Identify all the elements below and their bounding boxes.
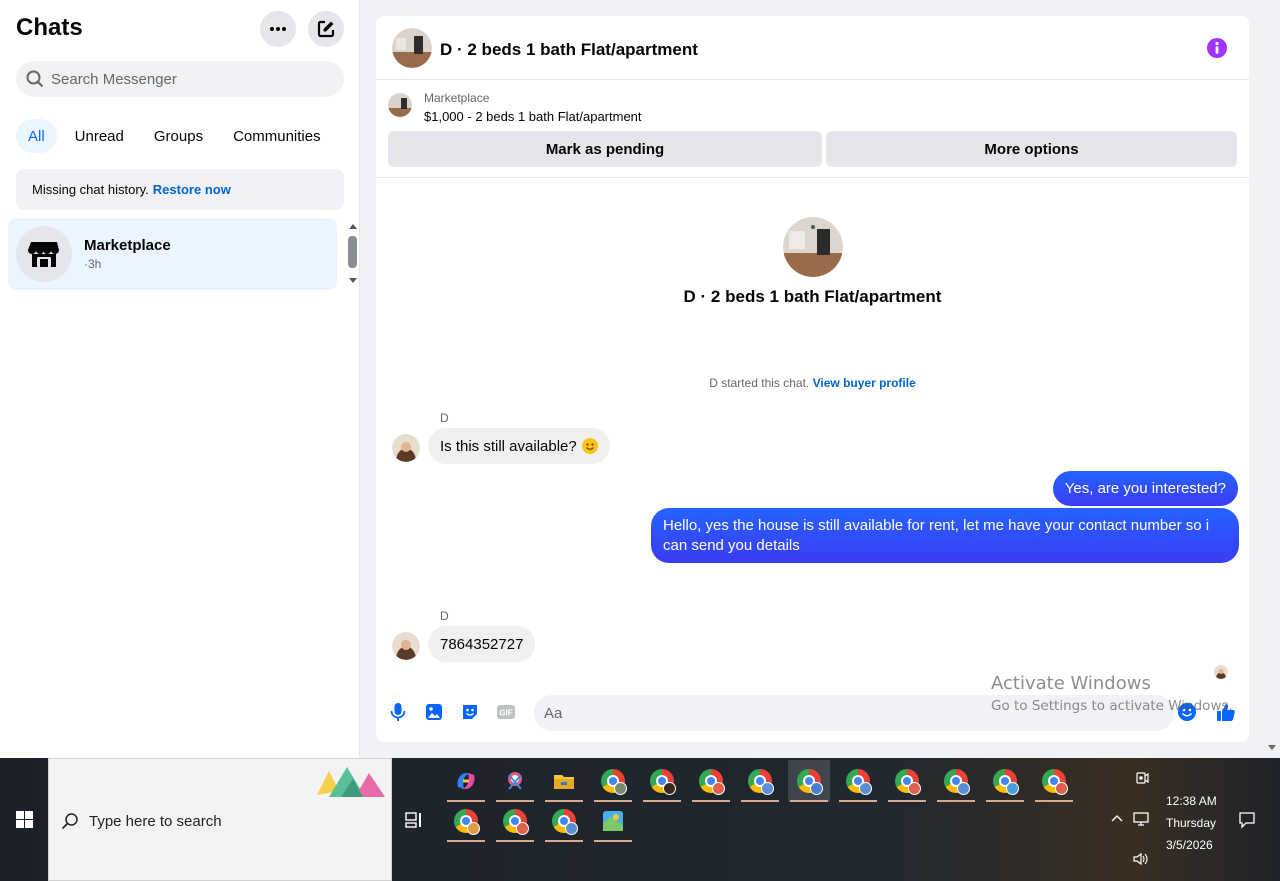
search-highlight-mountains-icon xyxy=(317,767,385,797)
ellipsis-icon xyxy=(270,27,286,31)
listing-source: Marketplace xyxy=(424,91,490,105)
chrome-profile-app-icon[interactable] xyxy=(641,760,683,802)
search-icon xyxy=(61,813,78,830)
network-icon[interactable] xyxy=(1133,811,1151,827)
notifications-icon[interactable] xyxy=(1238,811,1256,829)
taskbar-search-box[interactable]: Type here to search xyxy=(48,758,392,881)
page-scroll-down-arrow[interactable] xyxy=(1268,745,1276,750)
chrome-profile-app-icon[interactable] xyxy=(445,800,487,842)
chat-name: Marketplace xyxy=(84,237,171,254)
tab-unread[interactable]: Unread xyxy=(63,119,136,153)
windows-logo-icon xyxy=(15,811,33,828)
chrome-profile-app-icon[interactable] xyxy=(690,760,732,802)
chat-timestamp: ·3h xyxy=(84,257,102,271)
conversation-title[interactable]: D · 2 beds 1 bath Flat/apartment xyxy=(440,40,698,60)
taskbar-clock[interactable]: 12:38 AM Thursday 3/5/2026 xyxy=(1166,790,1217,856)
buyer-avatar[interactable] xyxy=(392,632,420,660)
windows-taskbar: Type here to search 12:38 AM Thursday 3/… xyxy=(0,758,1280,881)
restore-now-link[interactable]: Restore now xyxy=(153,182,231,197)
chat-filter-tabs: All Unread Groups Communities xyxy=(16,119,333,153)
mark-as-pending-button[interactable]: Mark as pending xyxy=(388,131,822,167)
photo-icon[interactable] xyxy=(424,702,444,722)
taskbar-search-placeholder: Type here to search xyxy=(89,813,222,830)
intro-title: D · 2 beds 1 bath Flat/apartment xyxy=(683,287,942,306)
start-button[interactable] xyxy=(0,758,48,881)
view-buyer-profile-link[interactable]: View buyer profile xyxy=(813,376,916,390)
sticker-icon[interactable] xyxy=(460,702,480,722)
incoming-message[interactable]: Is this still available? xyxy=(428,428,610,464)
conversation-header: D · 2 beds 1 bath Flat/apartment xyxy=(376,16,1249,80)
chrome-profile-app-icon[interactable] xyxy=(886,760,928,802)
chat-started-notice: D started this chat. View buyer profile xyxy=(376,376,1249,390)
clock-date: 3/5/2026 xyxy=(1166,838,1213,852)
svg-text:GIF: GIF xyxy=(499,709,512,718)
chrome-profile-app-icon[interactable] xyxy=(935,760,977,802)
chrome-profile-app-icon[interactable] xyxy=(837,760,879,802)
chrome-profile-app-icon[interactable] xyxy=(984,760,1026,802)
smile-emoji-icon xyxy=(581,438,598,454)
buyer-avatar[interactable] xyxy=(392,434,420,462)
listing-title[interactable]: $1,000 - 2 beds 1 bath Flat/apartment xyxy=(424,109,642,124)
conversation-panel: D · 2 beds 1 bath Flat/apartment Marketp… xyxy=(376,16,1249,742)
sidebar-title: Chats xyxy=(16,14,83,41)
scroll-down-arrow[interactable] xyxy=(349,278,357,283)
chrome-profile-app-icon[interactable] xyxy=(494,800,536,842)
tab-communities[interactable]: Communities xyxy=(221,119,333,153)
file-explorer-app-icon[interactable] xyxy=(543,760,585,802)
clock-day: Thursday xyxy=(1166,816,1217,830)
incoming-message[interactable]: 7864352727 xyxy=(428,626,536,662)
meet-now-icon[interactable] xyxy=(1134,770,1150,786)
search-placeholder: Search Messenger xyxy=(51,70,177,88)
search-messenger-input[interactable]: Search Messenger xyxy=(16,61,344,97)
watermark-line-2: Go to Settings to activate Windows. xyxy=(991,698,1233,714)
chrome-profile-app-icon[interactable] xyxy=(543,800,585,842)
clock-time: 12:38 AM xyxy=(1166,794,1217,808)
more-options-button[interactable] xyxy=(260,11,296,47)
activate-windows-watermark: Activate Windows Go to Settings to activ… xyxy=(991,673,1233,714)
chats-sidebar: Chats Search Messenger All Unread Groups… xyxy=(0,0,360,758)
listing-avatar[interactable] xyxy=(392,28,432,68)
copilot-app-icon[interactable] xyxy=(445,760,487,802)
chat-list-item-marketplace[interactable]: Marketplace ·3h xyxy=(8,218,337,290)
volume-icon[interactable] xyxy=(1132,851,1150,867)
snipping-tool-app-icon[interactable] xyxy=(494,760,536,802)
task-view-icon[interactable] xyxy=(404,810,424,830)
sender-name: D xyxy=(440,411,449,425)
notice-text: Missing chat history. xyxy=(32,182,149,197)
chrome-profile-app-icon-active[interactable] xyxy=(788,760,830,802)
sender-name: D xyxy=(440,609,449,623)
sidebar-scrollbar-thumb[interactable] xyxy=(348,236,357,268)
listing-large-avatar xyxy=(783,217,843,277)
chevron-up-icon[interactable] xyxy=(1111,814,1123,822)
started-text: D started this chat. xyxy=(709,376,810,390)
missing-history-notice: Missing chat history. Restore now xyxy=(16,169,344,210)
info-icon[interactable] xyxy=(1207,38,1227,58)
scroll-up-arrow[interactable] xyxy=(349,224,357,229)
compose-icon xyxy=(317,20,335,38)
gif-icon[interactable]: GIF xyxy=(496,702,516,722)
new-message-button[interactable] xyxy=(308,11,344,47)
listing-thumbnail[interactable] xyxy=(388,93,412,117)
tab-all[interactable]: All xyxy=(16,119,57,153)
marketplace-avatar xyxy=(16,226,72,282)
chrome-profile-app-icon[interactable] xyxy=(739,760,781,802)
chrome-profile-app-icon[interactable] xyxy=(592,760,634,802)
search-icon xyxy=(26,70,44,88)
tab-groups[interactable]: Groups xyxy=(142,119,215,153)
more-options-listing-button[interactable]: More options xyxy=(826,131,1237,167)
microphone-icon[interactable] xyxy=(388,702,408,722)
message-text: Is this still available? xyxy=(440,437,577,455)
watermark-line-1: Activate Windows xyxy=(991,673,1151,694)
outgoing-message[interactable]: Hello, yes the house is still available … xyxy=(651,508,1239,563)
listing-banner: Marketplace $1,000 - 2 beds 1 bath Flat/… xyxy=(376,81,1249,178)
marketplace-store-icon xyxy=(28,242,59,267)
outgoing-message[interactable]: Yes, are you interested? xyxy=(1052,471,1238,506)
chrome-profile-app-icon[interactable] xyxy=(1033,760,1075,802)
maps-app-icon[interactable] xyxy=(592,800,634,842)
